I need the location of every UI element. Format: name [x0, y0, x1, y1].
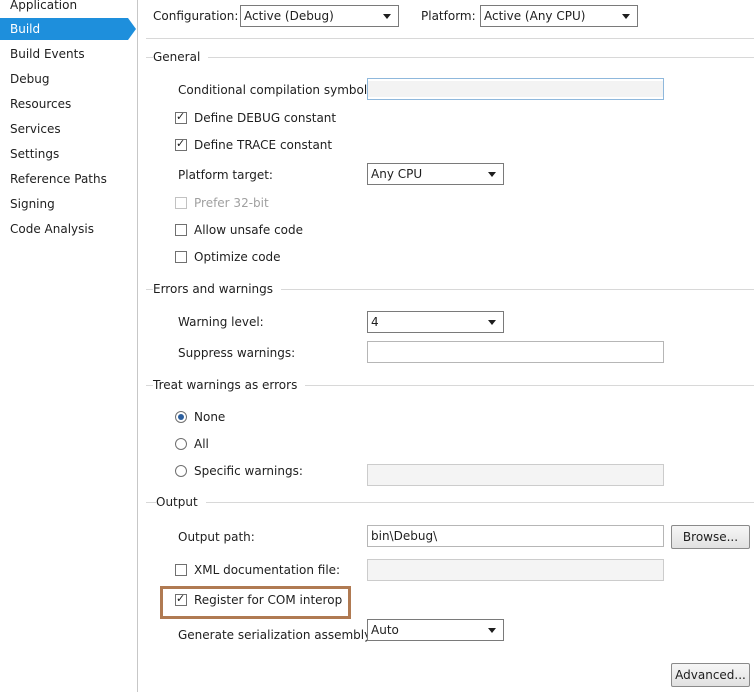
chevron-down-icon [488, 172, 496, 177]
platform-target-value: Any CPU [371, 167, 423, 181]
sidebar-item-label: Services [10, 122, 61, 136]
chevron-down-icon [622, 14, 630, 19]
general-section-line [146, 57, 754, 58]
cond-symbols-label: Conditional compilation symbols: [178, 83, 378, 97]
browse-button[interactable]: Browse... [671, 525, 750, 549]
checkmark-icon: ✓ [176, 592, 186, 605]
treat-section-header: Treat warnings as errors [153, 378, 306, 392]
prefer32-checkbox[interactable] [175, 197, 187, 209]
errors-section-header: Errors and warnings [153, 282, 282, 296]
sidebar-item-settings[interactable]: Settings [0, 143, 128, 165]
sidebar-item-label: Resources [10, 97, 72, 111]
none-radio[interactable] [175, 411, 187, 423]
checkmark-icon: ✓ [176, 110, 186, 123]
output-section-line [146, 502, 754, 503]
sidebar-item-code-analysis[interactable]: Code Analysis [0, 218, 128, 240]
serialization-label: Generate serialization assembly: [178, 628, 375, 642]
chevron-down-icon [383, 14, 391, 19]
specific-warnings-label: Specific warnings: [194, 464, 303, 478]
top-separator [146, 38, 754, 39]
output-path-label: Output path: [178, 530, 255, 544]
com-interop-checkbox[interactable]: ✓ [175, 592, 187, 606]
platform-dropdown[interactable]: Active (Any CPU) [480, 5, 638, 27]
sidebar-item-resources[interactable]: Resources [0, 93, 128, 115]
output-path-input[interactable]: bin\Debug\ [367, 525, 664, 547]
serialization-dropdown[interactable]: Auto [367, 619, 504, 641]
platform-value: Active (Any CPU) [484, 9, 586, 23]
sidebar-item-label: Code Analysis [10, 222, 94, 236]
xml-doc-input[interactable] [367, 559, 664, 581]
radio-dot-icon [178, 414, 184, 420]
xml-doc-checkbox[interactable] [175, 564, 187, 576]
sidebar-item-build-events[interactable]: Build Events [0, 43, 128, 65]
define-debug-label: Define DEBUG constant [194, 111, 337, 125]
prefer32-label: Prefer 32-bit [194, 196, 269, 210]
com-interop-label: Register for COM interop [194, 593, 343, 607]
optimize-code-checkbox[interactable] [175, 251, 187, 263]
platform-label: Platform: [421, 9, 476, 23]
chevron-down-icon [488, 320, 496, 325]
warning-level-label: Warning level: [178, 315, 264, 329]
sidebar-item-signing[interactable]: Signing [0, 193, 128, 215]
xml-doc-label: XML documentation file: [194, 563, 341, 577]
sidebar-item-label: Signing [10, 197, 55, 211]
warning-level-value: 4 [371, 315, 379, 329]
serialization-value: Auto [371, 623, 399, 637]
sidebar-item-label: Application [10, 0, 78, 12]
define-trace-label: Define TRACE constant [194, 138, 333, 152]
sidebar-item-label: Settings [10, 147, 60, 161]
sidebar-item-label: Build [10, 22, 41, 36]
sidebar-item-label: Build Events [10, 47, 85, 61]
cond-symbols-input[interactable] [367, 78, 664, 100]
selection-arrow-icon [128, 18, 136, 40]
chevron-down-icon [488, 628, 496, 633]
sidebar-item-application[interactable]: Application [0, 0, 128, 16]
suppress-warnings-input[interactable] [367, 341, 664, 363]
sidebar: Application Build Build Events Debug Res… [0, 0, 137, 692]
configuration-dropdown[interactable]: Active (Debug) [240, 5, 399, 27]
define-debug-checkbox[interactable]: ✓ [175, 110, 187, 124]
all-label: All [194, 437, 209, 451]
sidebar-item-services[interactable]: Services [0, 118, 128, 140]
unsafe-code-label: Allow unsafe code [194, 223, 304, 237]
unsafe-code-checkbox[interactable] [175, 224, 187, 236]
checkmark-icon: ✓ [176, 137, 186, 150]
platform-target-dropdown[interactable]: Any CPU [367, 163, 504, 185]
advanced-button[interactable]: Advanced... [671, 663, 750, 687]
warning-level-dropdown[interactable]: 4 [367, 311, 504, 333]
none-label: None [194, 410, 226, 424]
output-section-header: Output [156, 495, 206, 509]
optimize-code-label: Optimize code [194, 250, 281, 264]
sidebar-item-debug[interactable]: Debug [0, 68, 128, 90]
specific-warnings-radio[interactable] [175, 465, 187, 477]
suppress-warnings-label: Suppress warnings: [178, 346, 296, 360]
general-section-header: General [153, 50, 209, 64]
sidebar-item-label: Debug [10, 72, 50, 86]
sidebar-item-label: Reference Paths [10, 172, 107, 186]
specific-warnings-input[interactable] [367, 464, 664, 486]
sidebar-item-build[interactable]: Build [0, 18, 128, 40]
configuration-value: Active (Debug) [244, 9, 334, 23]
configuration-label: Configuration: [153, 9, 239, 23]
sidebar-divider [137, 0, 138, 692]
all-radio[interactable] [175, 438, 187, 450]
platform-target-label: Platform target: [178, 168, 273, 182]
sidebar-item-reference-paths[interactable]: Reference Paths [0, 168, 128, 190]
define-trace-checkbox[interactable]: ✓ [175, 137, 187, 151]
